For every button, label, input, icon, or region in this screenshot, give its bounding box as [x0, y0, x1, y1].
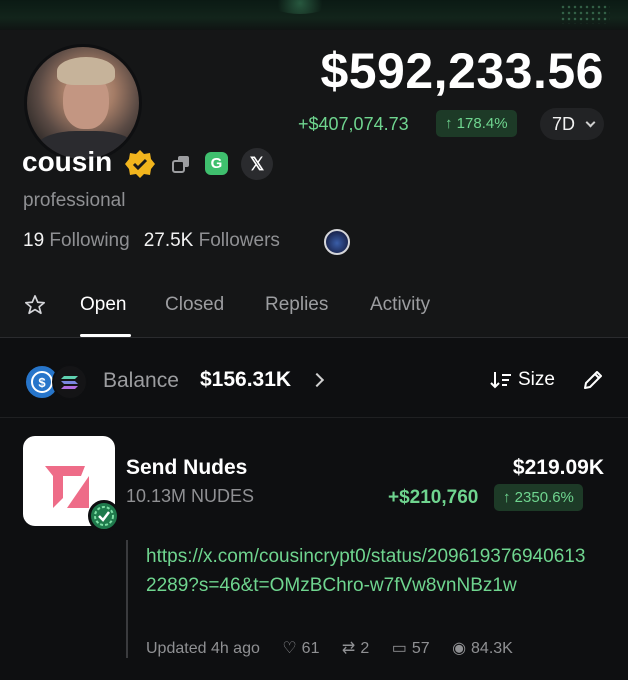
banner-glow — [270, 0, 330, 14]
active-tab-indicator — [80, 334, 131, 337]
verified-badge-icon — [125, 150, 155, 178]
repost-count: 2 — [360, 640, 370, 657]
post-meta: Updated 4h ago ♡ 61 ⇄ 2 ▭ 57 ◉ 84.3K — [146, 638, 513, 658]
chevron-right-icon[interactable] — [309, 372, 325, 388]
repost-icon: ⇄ — [341, 640, 356, 657]
following-label[interactable]: Following — [49, 230, 129, 251]
token-quantity: 10.13M NUDES — [126, 486, 255, 506]
chevron-down-icon — [585, 117, 596, 128]
follow-stats: 19 Following 27.5K Followers — [23, 230, 280, 252]
profile-name: cousin — [22, 146, 113, 177]
post-updated-time: Updated 4h ago — [146, 640, 260, 657]
pencil-icon[interactable] — [582, 369, 604, 391]
reply-thread-line — [126, 540, 128, 658]
token-name: Send Nudes — [126, 456, 248, 479]
period-label: 7D — [552, 114, 576, 134]
followers-count[interactable]: 27.5K — [144, 230, 194, 251]
position-pnl-absolute: +$210,760 — [388, 487, 479, 508]
followers-label[interactable]: Followers — [199, 230, 280, 251]
balance-row[interactable]: $ Balance $156.31K Size — [0, 338, 628, 418]
tab-open[interactable]: Open — [80, 294, 126, 316]
tab-closed[interactable]: Closed — [165, 294, 224, 316]
g-app-icon[interactable]: G — [205, 152, 228, 175]
like-count: 61 — [301, 640, 320, 657]
sol-icon — [52, 364, 88, 400]
profile-bio: professional — [23, 190, 126, 211]
views: ◉ 84.3K — [452, 638, 513, 658]
sort-icon[interactable] — [490, 370, 512, 390]
sort-label[interactable]: Size — [518, 369, 555, 391]
x-icon[interactable]: 𝕏 — [241, 148, 273, 180]
avatar[interactable] — [24, 44, 142, 162]
portfolio-total-value: $592,233.56 — [320, 43, 604, 99]
eye-icon: ◉ — [452, 640, 467, 657]
verified-token-icon — [88, 500, 120, 532]
star-icon[interactable] — [24, 294, 46, 316]
comment-button[interactable]: ▭ 57 — [392, 638, 430, 658]
position-card[interactable]: Send Nudes 10.13M NUDES $219.09K +$210,7… — [0, 418, 628, 680]
portfolio-pnl-absolute: +$407,074.73 — [298, 114, 409, 134]
period-selector[interactable]: 7D — [540, 108, 604, 140]
heart-icon: ♡ — [282, 640, 297, 657]
view-count: 84.3K — [471, 640, 513, 657]
tab-bar: Open Closed Replies Activity — [0, 288, 628, 338]
position-value: $219.09K — [512, 456, 604, 479]
like-button[interactable]: ♡ 61 — [282, 638, 319, 658]
achievement-badge-icon[interactable] — [324, 229, 350, 255]
comment-count: 57 — [411, 640, 430, 657]
svg-text:$: $ — [38, 375, 46, 390]
banner-pattern — [560, 4, 610, 24]
profile-banner — [0, 0, 628, 30]
tab-activity[interactable]: Activity — [370, 294, 430, 316]
following-count[interactable]: 19 — [23, 230, 44, 251]
position-pnl-percent: ↑ 2350.6% — [494, 484, 583, 511]
post-link[interactable]: https://x.com/cousincrypt0/status/209619… — [146, 542, 586, 600]
balance-label: Balance — [103, 369, 179, 392]
copy-icon[interactable] — [171, 154, 191, 174]
avatar-hair — [57, 57, 115, 85]
balance-value: $156.31K — [200, 368, 292, 391]
portfolio-pnl-percent: ↑ 178.4% — [436, 110, 517, 137]
tab-replies[interactable]: Replies — [265, 294, 328, 316]
repost-button[interactable]: ⇄ 2 — [342, 638, 369, 658]
profile-header: $592,233.56 +$407,074.73 ↑ 178.4% 7D cou… — [0, 30, 628, 338]
comment-icon: ▭ — [391, 640, 407, 657]
